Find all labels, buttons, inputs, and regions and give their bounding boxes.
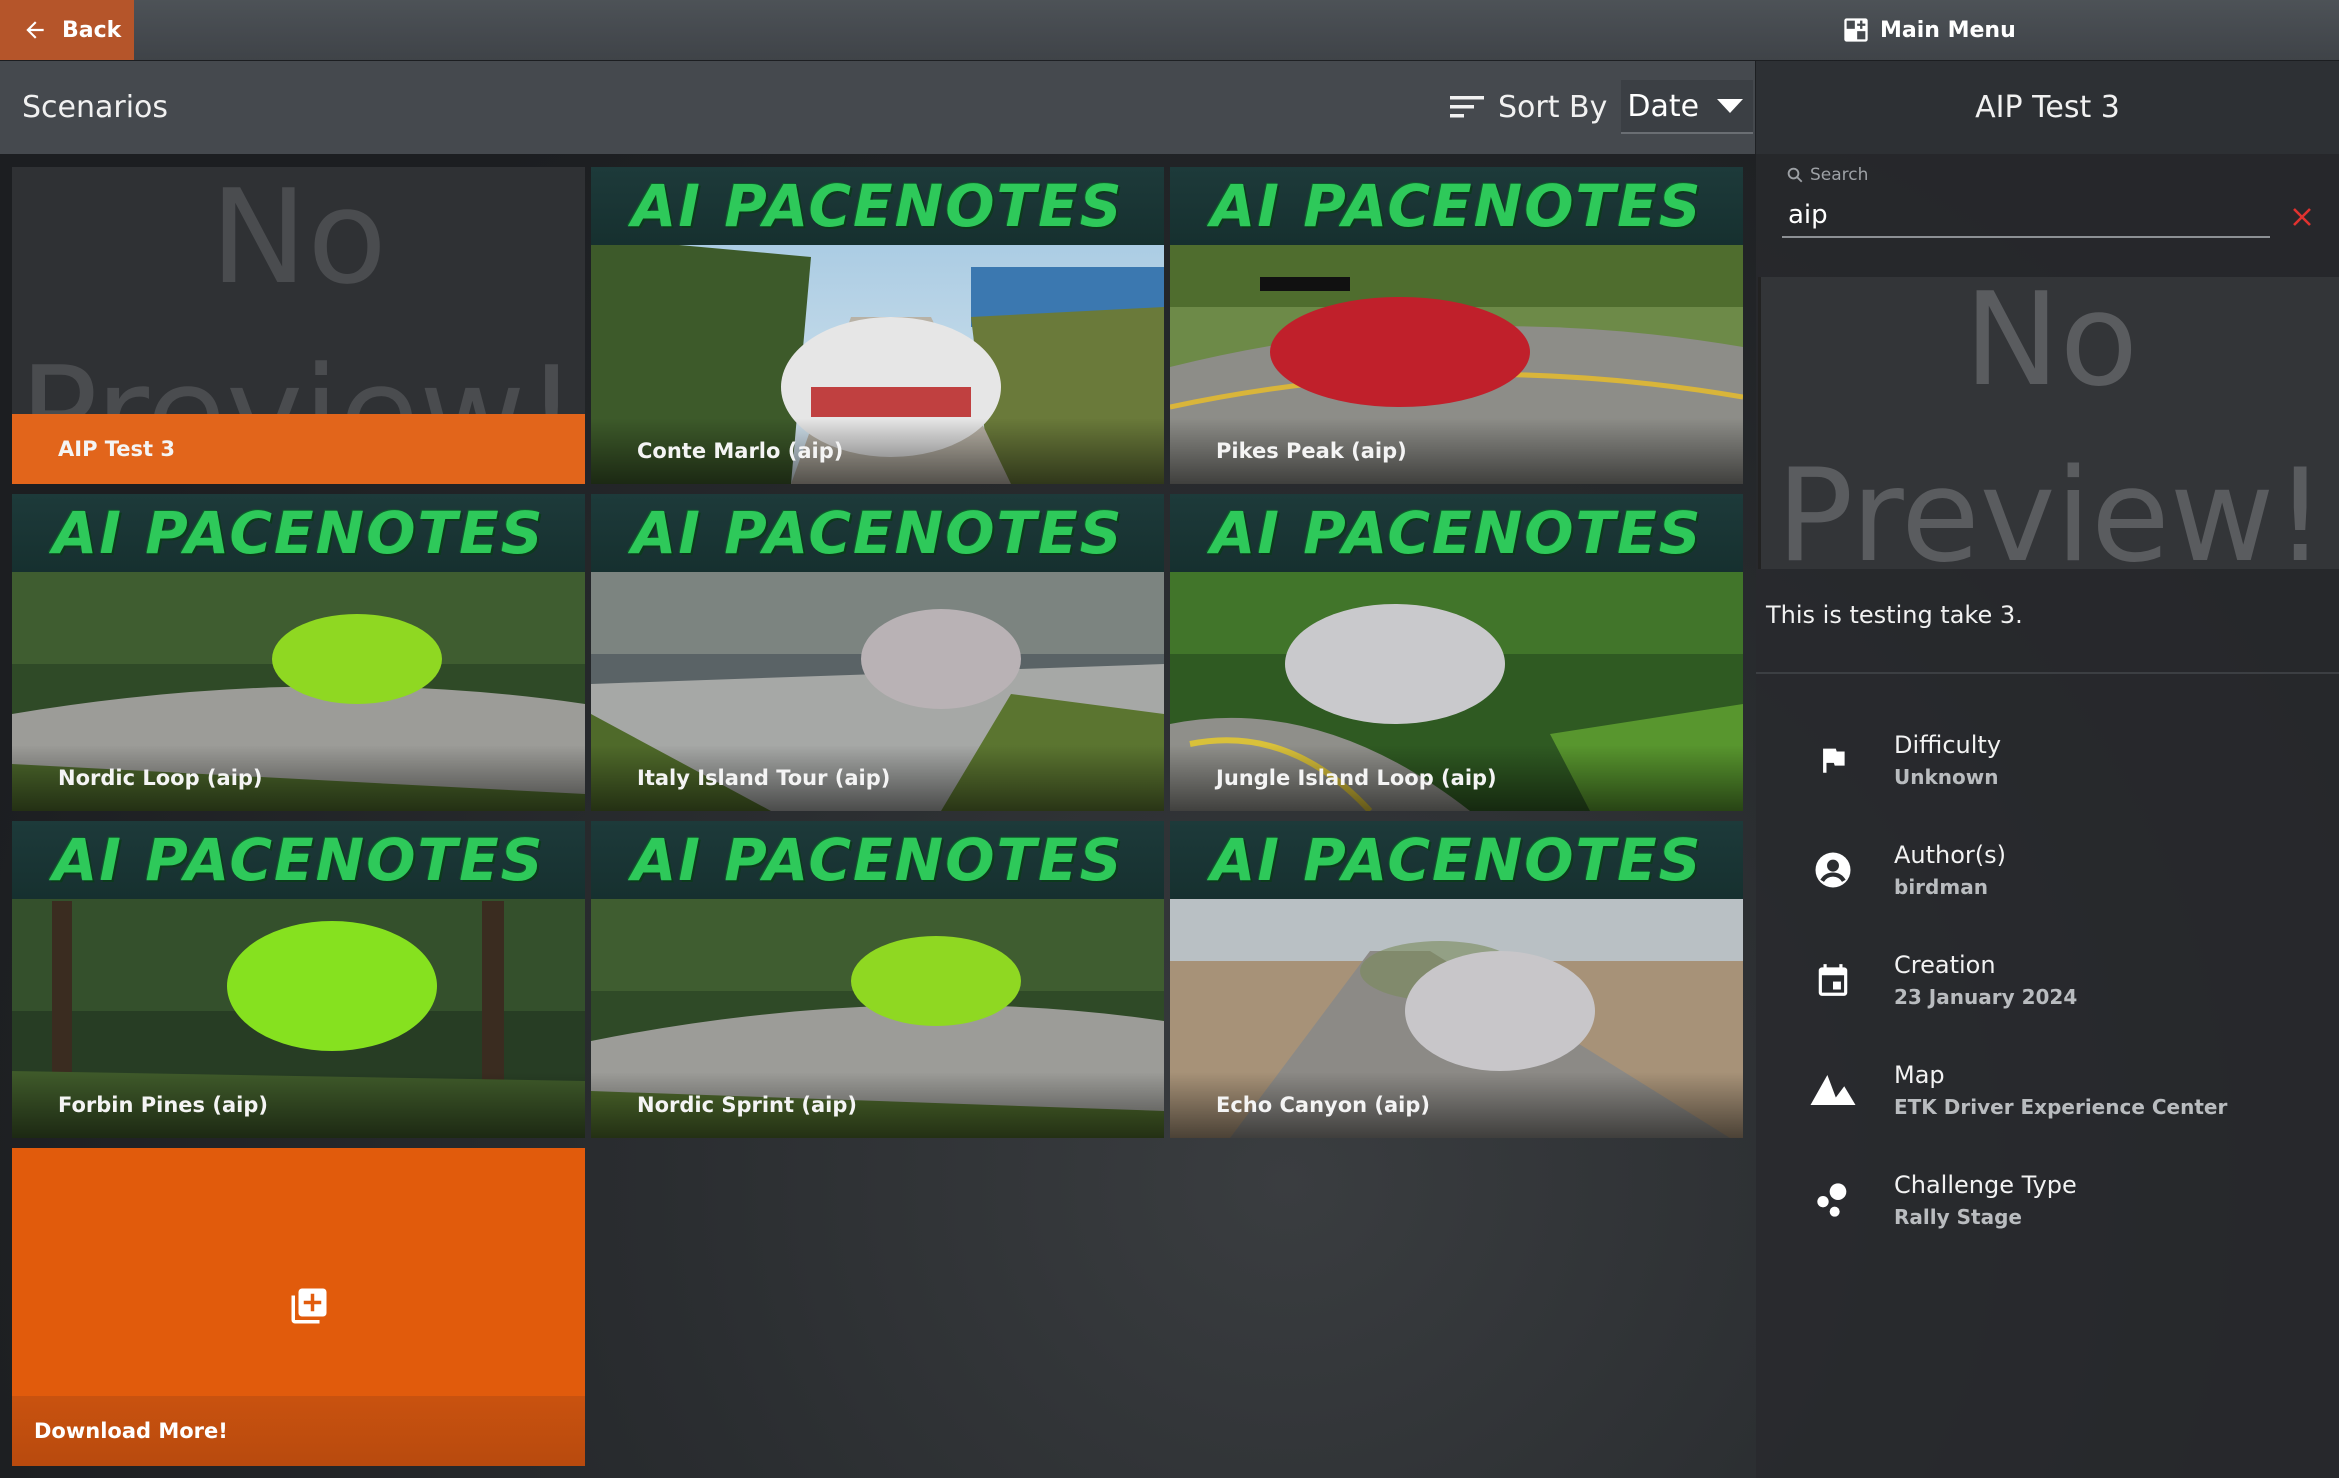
- info-value: birdman: [1894, 875, 1988, 899]
- banner-text: AI PACENOTES: [631, 172, 1124, 240]
- scenario-tile[interactable]: AI PACENOTES Jungle Island Loop (aip): [1170, 494, 1743, 811]
- sort-value: Date: [1627, 88, 1700, 124]
- sort-icon: [1450, 96, 1484, 118]
- main-menu-button[interactable]: Main Menu: [1842, 0, 2016, 60]
- scenario-tile[interactable]: AI PACENOTES Nordic Sprint (aip): [591, 821, 1164, 1138]
- flag-icon: [1810, 737, 1856, 783]
- banner-text: AI PACENOTES: [1210, 172, 1703, 240]
- dots-icon: [1810, 1177, 1856, 1223]
- close-icon: [2293, 208, 2311, 226]
- preview-text-1: No: [1963, 277, 2139, 415]
- scenario-tile-label: Jungle Island Loop (aip): [1170, 745, 1743, 811]
- details-panel: AIP Test 3 Search No Preview! This is te…: [1756, 61, 2339, 1478]
- scenario-tile[interactable]: AI PACENOTES Italy Island Tour (aip): [591, 494, 1164, 811]
- scenario-tile-label: Italy Island Tour (aip): [591, 745, 1164, 811]
- clear-search-button[interactable]: [2282, 197, 2322, 237]
- scenario-tile-label: Conte Marlo (aip): [591, 418, 1164, 484]
- info-difficulty: Difficulty Unknown: [1810, 731, 2310, 811]
- search-label-text: Search: [1810, 165, 1869, 185]
- preview-text-2: Preview!: [1776, 442, 2326, 570]
- scenario-banner: AI PACENOTES: [1170, 494, 1743, 572]
- arrow-left-icon: [26, 21, 44, 39]
- scenario-banner: AI PACENOTES: [1170, 821, 1743, 899]
- search-icon: [1787, 167, 1803, 183]
- caret-down-icon: [1717, 99, 1744, 113]
- info-challenge-type: Challenge Type Rally Stage: [1810, 1171, 2310, 1251]
- scenario-banner: AI PACENOTES: [591, 167, 1164, 245]
- calendar-icon: [1810, 957, 1856, 1003]
- info-value: Rally Stage: [1894, 1205, 2022, 1229]
- no-preview-text-1: No: [210, 167, 387, 313]
- info-key: Challenge Type: [1894, 1171, 2077, 1199]
- scenario-banner: AI PACENOTES: [1170, 167, 1743, 245]
- info-authors: Author(s) birdman: [1810, 841, 2310, 921]
- mountain-icon: [1810, 1067, 1856, 1113]
- sort-label: Sort By: [1498, 89, 1608, 125]
- scenarios-header: Scenarios Sort By Date: [0, 61, 1755, 154]
- info-key: Author(s): [1894, 841, 2007, 869]
- scenario-banner: AI PACENOTES: [591, 821, 1164, 899]
- scenario-tile-label: Pikes Peak (aip): [1170, 418, 1743, 484]
- banner-text: AI PACENOTES: [52, 826, 545, 894]
- info-value: ETK Driver Experience Center: [1894, 1095, 2228, 1119]
- panel-title: AIP Test 3: [1756, 61, 2339, 154]
- scenario-tile[interactable]: AI PACENOTES Forbin Pines (aip): [12, 821, 585, 1138]
- top-bar: Back Main Menu: [0, 0, 2339, 60]
- info-key: Map: [1894, 1061, 1945, 1089]
- search-input[interactable]: [1782, 194, 2270, 238]
- page-title: Scenarios: [22, 90, 169, 125]
- download-more-label: Download More!: [12, 1396, 585, 1466]
- main-menu-label: Main Menu: [1880, 17, 2016, 43]
- info-key: Difficulty: [1894, 731, 2002, 759]
- library-add-icon: [291, 1288, 327, 1324]
- scenario-tile[interactable]: AI PACENOTES Conte Marlo (aip): [591, 167, 1164, 484]
- info-key: Creation: [1894, 951, 1996, 979]
- scenario-tile-label: Nordic Sprint (aip): [591, 1072, 1164, 1138]
- info-value: 23 January 2024: [1894, 985, 2078, 1009]
- scenario-tile-label: AIP Test 3: [12, 414, 585, 484]
- back-label: Back: [62, 17, 122, 43]
- info-creation: Creation 23 January 2024: [1810, 951, 2310, 1031]
- scenario-banner: AI PACENOTES: [12, 494, 585, 572]
- banner-text: AI PACENOTES: [631, 826, 1124, 894]
- main-menu-icon: [1844, 18, 1868, 42]
- scenario-banner: AI PACENOTES: [12, 821, 585, 899]
- scenario-tile-label: Echo Canyon (aip): [1170, 1072, 1743, 1138]
- scenario-tile[interactable]: No Preview! AIP Test 3: [12, 167, 585, 484]
- scenario-tile-label: Nordic Loop (aip): [12, 745, 585, 811]
- scenario-tile[interactable]: AI PACENOTES Pikes Peak (aip): [1170, 167, 1743, 484]
- banner-text: AI PACENOTES: [52, 499, 545, 567]
- scenario-tile[interactable]: AI PACENOTES Echo Canyon (aip): [1170, 821, 1743, 1138]
- scenario-description: This is testing take 3.: [1766, 601, 2023, 629]
- back-button[interactable]: Back: [0, 0, 134, 60]
- account-icon: [1810, 847, 1856, 893]
- info-map: Map ETK Driver Experience Center: [1810, 1061, 2310, 1141]
- banner-text: AI PACENOTES: [1210, 826, 1703, 894]
- scenario-banner: AI PACENOTES: [591, 494, 1164, 572]
- banner-text: AI PACENOTES: [1210, 499, 1703, 567]
- scenario-tile[interactable]: AI PACENOTES Nordic Loop (aip): [12, 494, 585, 811]
- sort-dropdown[interactable]: Date: [1621, 80, 1754, 134]
- scenario-preview-image: No Preview!: [1758, 277, 2339, 569]
- download-more-tile[interactable]: Download More!: [12, 1148, 585, 1466]
- search-label: Search: [1786, 165, 1868, 185]
- scenario-tile-label: Forbin Pines (aip): [12, 1072, 585, 1138]
- divider: [1756, 672, 2339, 674]
- banner-text: AI PACENOTES: [631, 499, 1124, 567]
- info-value: Unknown: [1894, 765, 1999, 789]
- sort-control: Sort By Date: [1450, 79, 1754, 135]
